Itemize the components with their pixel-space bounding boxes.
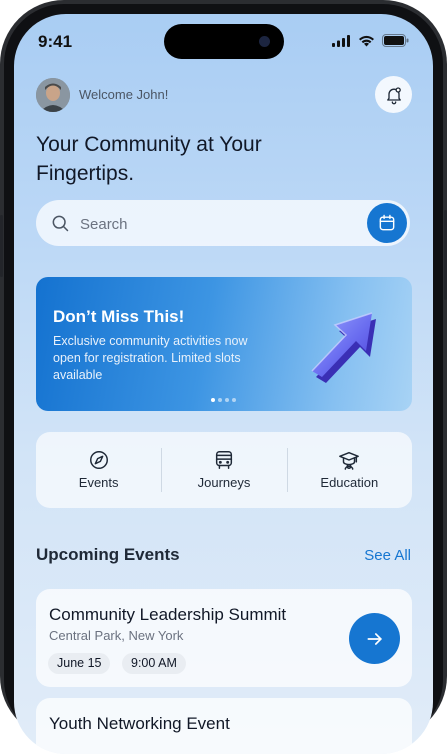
notification-button[interactable] (375, 76, 412, 113)
event-title: Community Leadership Summit (49, 605, 287, 624)
banner-title: Don’t Miss This! (53, 307, 185, 326)
avatar[interactable] (36, 78, 70, 112)
event-card[interactable]: Youth Networking Event (36, 698, 412, 754)
search-input[interactable] (78, 213, 352, 235)
event-location: Central Park, New York (49, 628, 184, 643)
graduation-cap-icon (339, 451, 360, 470)
welcome-text: Welcome John! (79, 87, 169, 102)
category-label: Journeys (197, 475, 251, 490)
event-title: Youth Networking Event (49, 714, 230, 733)
event-open-button[interactable] (349, 613, 400, 664)
search-bar (36, 200, 410, 246)
carousel-dot[interactable] (211, 398, 215, 402)
event-time-chip: 9:00 AM (122, 653, 186, 674)
category-journeys[interactable]: Journeys (161, 432, 286, 508)
section-title: Upcoming Events (36, 545, 180, 564)
promo-banner[interactable]: Don’t Miss This! Exclusive community act… (36, 277, 412, 411)
dynamic-island (164, 24, 284, 59)
banner-text: Exclusive community activities now open … (53, 334, 248, 382)
bell-icon (386, 86, 401, 104)
battery-icon (382, 34, 409, 47)
carousel-dots[interactable] (211, 398, 236, 402)
carousel-dot[interactable] (225, 398, 229, 402)
carousel-dot[interactable] (232, 398, 236, 402)
signal-icon (332, 34, 350, 47)
compass-icon (89, 451, 108, 469)
bus-icon (215, 451, 233, 469)
status-icons (332, 34, 409, 47)
calendar-icon (379, 214, 395, 231)
see-all-link[interactable]: See All (364, 547, 411, 564)
calendar-button[interactable] (367, 203, 407, 243)
category-events[interactable]: Events (36, 432, 161, 508)
event-card[interactable]: Community Leadership Summit Central Park… (36, 589, 412, 687)
wifi-icon (359, 35, 374, 46)
volume-button (0, 215, 3, 277)
arrow-right-icon (367, 632, 382, 645)
event-date-chip: June 15 (48, 653, 111, 674)
category-label: Events (78, 475, 119, 490)
camera-icon (259, 36, 270, 47)
category-education[interactable]: Education (286, 432, 412, 508)
category-label: Education (320, 475, 379, 490)
carousel-dot[interactable] (218, 398, 222, 402)
page-headline: Your Community at Your Fingertips. (36, 133, 262, 185)
status-time: 9:41 (38, 32, 73, 51)
search-icon (52, 215, 69, 232)
arrow-illustration (311, 312, 376, 383)
avatar-image (36, 78, 70, 112)
category-bar: Events Journeys Education (36, 432, 412, 508)
screen: 9:41 Welcome John! Your Community at You… (14, 14, 433, 754)
